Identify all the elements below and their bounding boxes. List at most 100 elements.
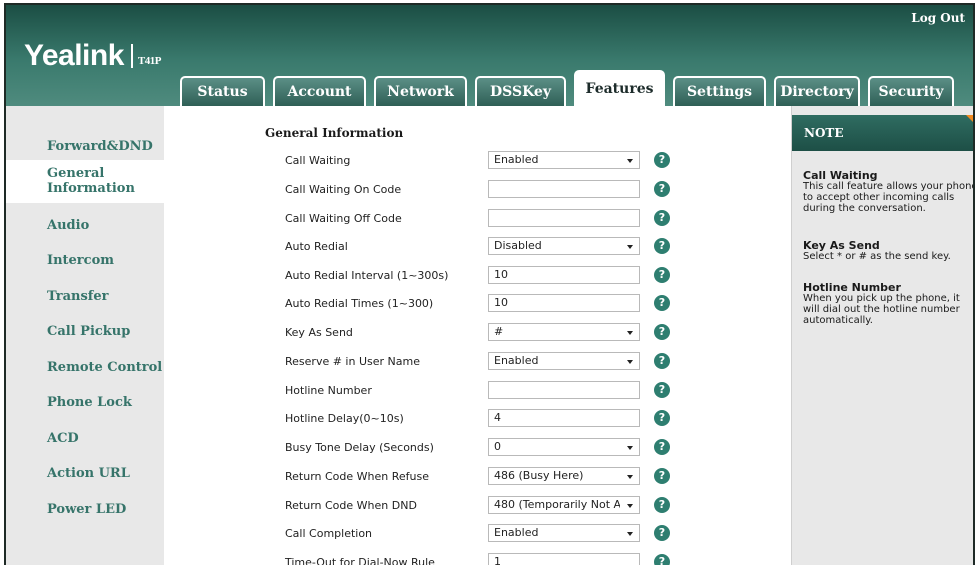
- note-panel: NOTE Call Waiting This call feature allo…: [791, 106, 975, 565]
- setting-row-call-waiting-off-code: Call Waiting Off Code ?: [164, 209, 791, 229]
- tab-network[interactable]: Network: [374, 76, 467, 106]
- tab-dsskey[interactable]: DSSKey: [475, 76, 566, 106]
- setting-label: Call Waiting On Code: [285, 183, 402, 196]
- reserve-hash-select[interactable]: Enabled: [488, 352, 640, 370]
- setting-label: Time-Out for Dial-Now Rule: [285, 556, 435, 565]
- sidebar-item-intercom[interactable]: Intercom: [6, 253, 164, 268]
- sidebar-item-transfer[interactable]: Transfer: [6, 289, 164, 304]
- help-icon[interactable]: ?: [654, 181, 670, 197]
- help-icon[interactable]: ?: [654, 210, 670, 226]
- help-icon[interactable]: ?: [654, 410, 670, 426]
- note-text: Select * or # as the send key.: [803, 251, 951, 262]
- help-icon[interactable]: ?: [654, 554, 670, 565]
- tab-directory[interactable]: Directory: [774, 76, 860, 106]
- note-title: NOTE: [804, 126, 844, 140]
- dial-now-timeout-input[interactable]: 1: [488, 553, 640, 565]
- tab-security[interactable]: Security: [868, 76, 954, 106]
- setting-row-hotline-delay: Hotline Delay(0~10s) 4 ?: [164, 409, 791, 429]
- section-title: General Information: [265, 126, 404, 140]
- setting-label: Call Waiting Off Code: [285, 212, 402, 225]
- setting-label: Hotline Number: [285, 384, 372, 397]
- setting-row-call-waiting-on-code: Call Waiting On Code ?: [164, 180, 791, 200]
- dropdown-caret-icon: [627, 245, 633, 249]
- setting-label: Reserve # in User Name: [285, 355, 420, 368]
- setting-label: Busy Tone Delay (Seconds): [285, 441, 434, 454]
- help-icon[interactable]: ?: [654, 152, 670, 168]
- dropdown-caret-icon: [627, 331, 633, 335]
- setting-row-return-code-dnd: Return Code When DND 480 (Temporarily No…: [164, 496, 791, 516]
- browser-frame: Log Out Yealink T41P Status Account Netw…: [4, 3, 975, 565]
- main-content: General Information Call Waiting Enabled…: [164, 106, 791, 565]
- dropdown-caret-icon: [627, 360, 633, 364]
- setting-row-busy-tone-delay: Busy Tone Delay (Seconds) 0 ?: [164, 438, 791, 458]
- sidebar-item-action-url[interactable]: Action URL: [6, 466, 164, 481]
- setting-label: Key As Send: [285, 326, 353, 339]
- setting-row-auto-redial-times: Auto Redial Times (1~300) 10 ?: [164, 294, 791, 314]
- setting-row-hotline-number: Hotline Number ?: [164, 381, 791, 401]
- auto-redial-times-input[interactable]: 10: [488, 294, 640, 312]
- setting-label: Auto Redial Interval (1~300s): [285, 269, 449, 282]
- dropdown-caret-icon: [627, 446, 633, 450]
- help-icon[interactable]: ?: [654, 497, 670, 513]
- dropdown-caret-icon: [627, 504, 633, 508]
- tab-settings[interactable]: Settings: [673, 76, 766, 106]
- hotline-delay-input[interactable]: 4: [488, 409, 640, 427]
- note-heading: Hotline Number: [803, 281, 901, 294]
- call-waiting-on-code-input[interactable]: [488, 180, 640, 198]
- tab-features[interactable]: Features: [574, 70, 665, 106]
- help-icon[interactable]: ?: [654, 295, 670, 311]
- setting-row-dial-now-timeout: Time-Out for Dial-Now Rule 1 ?: [164, 553, 791, 565]
- logo-divider: [130, 44, 133, 68]
- help-icon[interactable]: ?: [654, 468, 670, 484]
- sidebar-item-phone-lock[interactable]: Phone Lock: [6, 395, 164, 410]
- sidebar-item-general-information[interactable]: General Information: [6, 160, 164, 203]
- call-completion-select[interactable]: Enabled: [488, 524, 640, 542]
- sidebar-item-power-led[interactable]: Power LED: [6, 502, 164, 517]
- setting-label: Call Waiting: [285, 154, 351, 167]
- auto-redial-interval-input[interactable]: 10: [488, 266, 640, 284]
- tab-account[interactable]: Account: [273, 76, 366, 106]
- setting-row-call-completion: Call Completion Enabled ?: [164, 524, 791, 544]
- help-icon[interactable]: ?: [654, 353, 670, 369]
- auto-redial-select[interactable]: Disabled: [488, 237, 640, 255]
- setting-label: Auto Redial Times (1~300): [285, 297, 434, 310]
- help-icon[interactable]: ?: [654, 525, 670, 541]
- note-key-as-send: Key As Send Select * or # as the send ke…: [803, 239, 973, 262]
- setting-row-return-code-refuse: Return Code When Refuse 486 (Busy Here) …: [164, 467, 791, 487]
- help-icon[interactable]: ?: [654, 267, 670, 283]
- help-icon[interactable]: ?: [654, 238, 670, 254]
- dropdown-caret-icon: [627, 159, 633, 163]
- return-code-dnd-select[interactable]: 480 (Temporarily Not Av: [488, 496, 640, 514]
- sidebar-item-call-pickup[interactable]: Call Pickup: [6, 324, 164, 339]
- help-icon[interactable]: ?: [654, 324, 670, 340]
- hotline-number-input[interactable]: [488, 381, 640, 399]
- sidebar-item-audio[interactable]: Audio: [6, 218, 164, 233]
- key-as-send-select[interactable]: #: [488, 323, 640, 341]
- busy-tone-delay-select[interactable]: 0: [488, 438, 640, 456]
- setting-label: Hotline Delay(0~10s): [285, 412, 404, 425]
- note-header: NOTE: [792, 115, 973, 151]
- call-waiting-off-code-input[interactable]: [488, 209, 640, 227]
- model-label: T41P: [137, 55, 162, 67]
- note-text: This call feature allows your phone to a…: [803, 181, 975, 214]
- sidebar: Forward&DND General Information Audio In…: [6, 106, 164, 565]
- logout-link[interactable]: Log Out: [911, 11, 965, 25]
- note-heading: Call Waiting: [803, 169, 878, 182]
- setting-label: Return Code When DND: [285, 499, 417, 512]
- tab-status[interactable]: Status: [180, 76, 265, 106]
- sidebar-item-forward-dnd[interactable]: Forward&DND: [6, 139, 164, 154]
- return-code-refuse-select[interactable]: 486 (Busy Here): [488, 467, 640, 485]
- logo-text: Yealink: [24, 39, 124, 72]
- sidebar-item-remote-control[interactable]: Remote Control: [6, 360, 164, 375]
- sidebar-item-acd[interactable]: ACD: [6, 431, 164, 446]
- main-tabs: Status Account Network DSSKey Features S…: [180, 67, 962, 106]
- note-heading: Key As Send: [803, 239, 880, 252]
- setting-label: Call Completion: [285, 527, 373, 540]
- setting-label: Return Code When Refuse: [285, 470, 429, 483]
- help-icon[interactable]: ?: [654, 439, 670, 455]
- dropdown-caret-icon: [627, 475, 633, 479]
- call-waiting-select[interactable]: Enabled: [488, 151, 640, 169]
- yealink-logo: Yealink T41P: [24, 39, 161, 73]
- note-hotline-number: Hotline Number When you pick up the phon…: [803, 281, 973, 326]
- help-icon[interactable]: ?: [654, 382, 670, 398]
